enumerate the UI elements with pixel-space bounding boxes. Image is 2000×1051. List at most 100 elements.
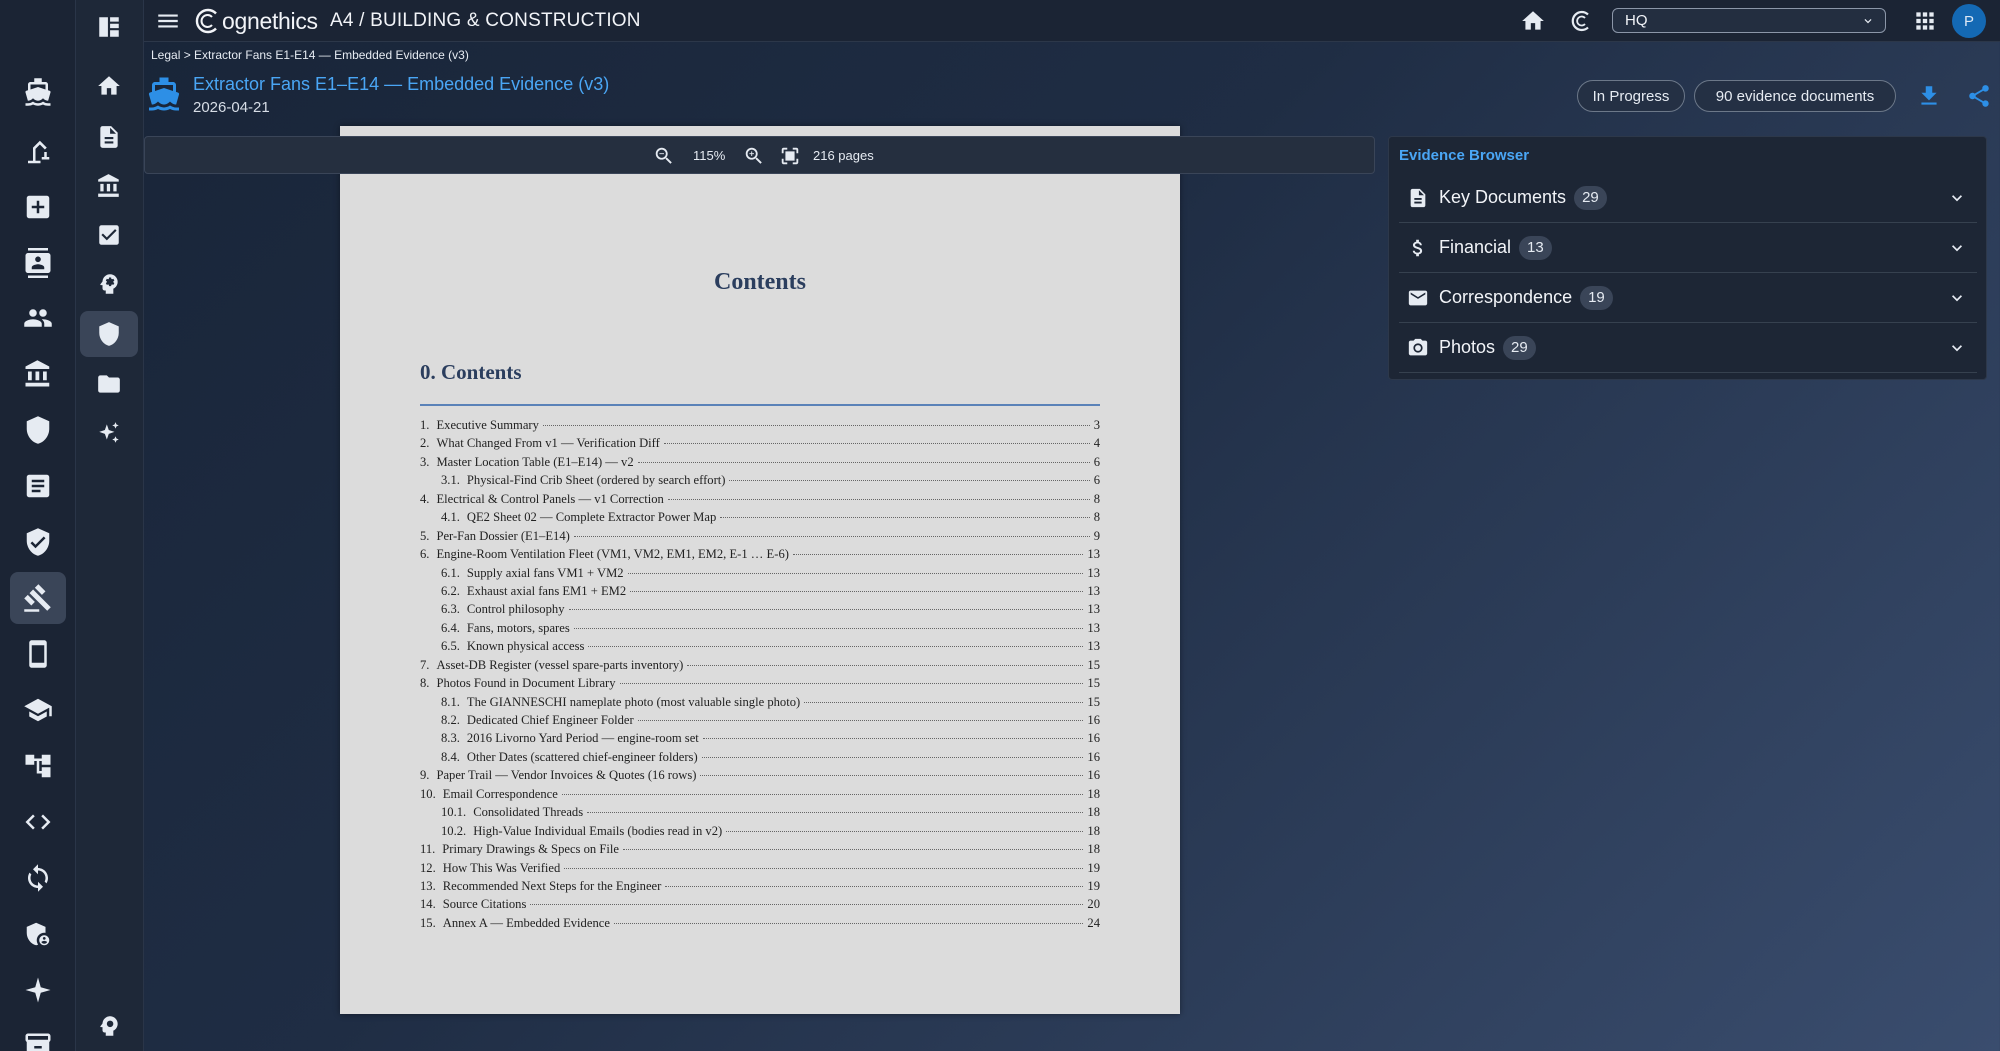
- workspace-select[interactable]: HQ: [1612, 8, 1886, 33]
- toc-entry[interactable]: 8. Photos Found in Document Library 15: [420, 676, 1100, 694]
- zoom-in-icon[interactable]: [743, 145, 765, 167]
- archive-icon[interactable]: [10, 1020, 66, 1051]
- evidence-category-financial[interactable]: Financial 13: [1399, 223, 1977, 273]
- viewer-toolbar: 115% 216 pages: [144, 136, 1375, 174]
- zoom-level: 115%: [693, 148, 726, 163]
- toc-entry-number: 4.1.: [441, 510, 460, 525]
- fit-page-icon[interactable]: [779, 145, 801, 167]
- toc-entry-page: 8: [1093, 491, 1100, 506]
- toc-entry[interactable]: 10. Email Correspondence 18: [420, 787, 1100, 805]
- ship-icon[interactable]: [10, 66, 66, 118]
- toc-entry[interactable]: 4. Electrical & Control Panels — v1 Corre…: [420, 492, 1100, 510]
- document-icon[interactable]: [80, 114, 138, 160]
- crane-icon[interactable]: [10, 126, 66, 178]
- evidence-category-correspondence[interactable]: Correspondence 19: [1399, 273, 1977, 323]
- mobile-icon[interactable]: [10, 628, 66, 680]
- toc-entry-page: 13: [1087, 602, 1100, 617]
- toc-entry-title: Consolidated Threads: [473, 805, 584, 820]
- chevron-down-icon[interactable]: [1947, 238, 1967, 258]
- toc-entry[interactable]: 3.1. Physical-Find Crib Sheet (ordered by…: [420, 473, 1100, 491]
- graduation-cap-icon[interactable]: [10, 684, 66, 736]
- app-logo[interactable]: ognethics: [192, 5, 318, 37]
- menu-icon[interactable]: [154, 8, 182, 34]
- toc-entry[interactable]: 4.1. QE2 Sheet 02 — Complete Extractor Po…: [420, 510, 1100, 528]
- sidebar-toggle-icon[interactable]: [80, 4, 138, 50]
- toc-entry-title: Per-Fan Dossier (E1–E14): [436, 528, 570, 543]
- evidence-category-count: 19: [1580, 285, 1613, 310]
- checklist-icon[interactable]: [80, 212, 138, 258]
- toc-entry[interactable]: 6.4. Fans, motors, spares 13: [420, 621, 1100, 639]
- apps-grid-icon[interactable]: [1912, 8, 1938, 34]
- folder-icon[interactable]: [80, 361, 138, 407]
- toc-entry[interactable]: 8.4. Other Dates (scattered chief-enginee…: [420, 750, 1100, 768]
- brain-icon[interactable]: [80, 261, 138, 307]
- toc-entry-page: 13: [1087, 547, 1100, 562]
- toc-leader-dots: [665, 885, 1084, 887]
- ai-sparkles-icon[interactable]: [80, 410, 138, 456]
- medical-plus-icon[interactable]: [10, 181, 66, 233]
- toc-leader-dots: [637, 461, 1090, 463]
- bank-icon[interactable]: [10, 348, 66, 400]
- toc-entry[interactable]: 1. Executive Summary 3: [420, 418, 1100, 436]
- share-icon[interactable]: [1966, 83, 1992, 109]
- toc-entry[interactable]: 15. Annex A — Embedded Evidence 24: [420, 916, 1100, 934]
- avatar[interactable]: P: [1952, 4, 1986, 38]
- toc-entry-number: 6.5.: [441, 639, 460, 654]
- verified-shield-icon[interactable]: [10, 516, 66, 568]
- toc-entry[interactable]: 3. Master Location Table (E1–E14) — v2 6: [420, 455, 1100, 473]
- people-icon[interactable]: [10, 292, 66, 344]
- evidence-category-photos[interactable]: Photos 29: [1399, 323, 1977, 373]
- toc-entry-page: 16: [1087, 731, 1100, 746]
- toc-leader-dots: [622, 849, 1084, 851]
- section-heading: 0. Contents: [420, 360, 522, 384]
- brain-settings-icon[interactable]: [80, 1003, 138, 1049]
- toc-entry[interactable]: 7. Asset-DB Register (vessel spare-parts …: [420, 658, 1100, 676]
- toc-entry[interactable]: 12. How This Was Verified 19: [420, 861, 1100, 879]
- sync-icon[interactable]: [10, 852, 66, 904]
- admin-shield-icon[interactable]: [10, 908, 66, 960]
- document-date: 2026-04-21: [193, 99, 270, 116]
- home-icon[interactable]: [1520, 8, 1546, 34]
- toc-entry[interactable]: 13. Recommended Next Steps for the Engine…: [420, 879, 1100, 897]
- toc-entry[interactable]: 10.2. High-Value Individual Emails (bodie…: [420, 824, 1100, 842]
- toc-entry[interactable]: 8.1. The GIANNESCHI nameplate photo (most…: [420, 695, 1100, 713]
- toc-entry-title: High-Value Individual Emails (bodies rea…: [473, 823, 723, 838]
- sparkle-icon[interactable]: [10, 964, 66, 1016]
- zoom-out-icon[interactable]: [653, 145, 675, 167]
- chevron-down-icon[interactable]: [1947, 288, 1967, 308]
- toc-entry[interactable]: 11. Primary Drawings & Specs on File 18: [420, 842, 1100, 860]
- article-icon[interactable]: [10, 460, 66, 512]
- toc-entry[interactable]: 8.3. 2016 Livorno Yard Period — engine-ro…: [420, 731, 1100, 749]
- toc-entry[interactable]: 5. Per-Fan Dossier (E1–E14) 9: [420, 529, 1100, 547]
- toc-entry[interactable]: 6.5. Known physical access 13: [420, 639, 1100, 657]
- breadcrumb[interactable]: Legal > Extractor Fans E1-E14 — Embedded…: [151, 48, 469, 62]
- toc-entry[interactable]: 6. Engine-Room Ventilation Fleet (VM1, VM…: [420, 547, 1100, 565]
- chevron-down-icon[interactable]: [1947, 338, 1967, 358]
- toc-entry[interactable]: 6.3. Control philosophy 13: [420, 602, 1100, 620]
- toc-entry[interactable]: 6.2. Exhaust axial fans EM1 + EM2 13: [420, 584, 1100, 602]
- toc-entry[interactable]: 9. Paper Trail — Vendor Invoices & Quotes…: [420, 768, 1100, 786]
- toc-entry[interactable]: 2. What Changed From v1 — Verification Di…: [420, 436, 1100, 454]
- evidence-count-badge[interactable]: 90 evidence documents: [1694, 80, 1896, 112]
- status-badge[interactable]: In Progress: [1577, 80, 1685, 112]
- shield-nav-icon[interactable]: [80, 311, 138, 357]
- evidence-category-key-documents[interactable]: Key Documents 29: [1399, 173, 1977, 223]
- institution-icon[interactable]: [80, 163, 138, 209]
- home-icon[interactable]: [80, 63, 138, 109]
- brand-c-icon[interactable]: [1568, 8, 1594, 34]
- evidence-browser-title: Evidence Browser: [1399, 147, 1530, 164]
- contact-card-icon[interactable]: [10, 237, 66, 289]
- document-title[interactable]: Extractor Fans E1–E14 — Embedded Evidenc…: [193, 74, 609, 95]
- shield-icon[interactable]: [10, 404, 66, 456]
- code-icon[interactable]: [10, 796, 66, 848]
- toc-entry-page: 15: [1087, 657, 1100, 672]
- toc-entry[interactable]: 14. Source Citations 20: [420, 897, 1100, 915]
- chevron-down-icon[interactable]: [1947, 188, 1967, 208]
- toc-entry[interactable]: 10.1. Consolidated Threads 18: [420, 805, 1100, 823]
- toc-entry[interactable]: 6.1. Supply axial fans VM1 + VM2 13: [420, 566, 1100, 584]
- gavel-icon[interactable]: [10, 572, 66, 624]
- download-icon[interactable]: [1916, 83, 1942, 109]
- hierarchy-icon[interactable]: [10, 740, 66, 792]
- toc-entry-title: Photos Found in Document Library: [436, 676, 616, 691]
- toc-entry[interactable]: 8.2. Dedicated Chief Engineer Folder 16: [420, 713, 1100, 731]
